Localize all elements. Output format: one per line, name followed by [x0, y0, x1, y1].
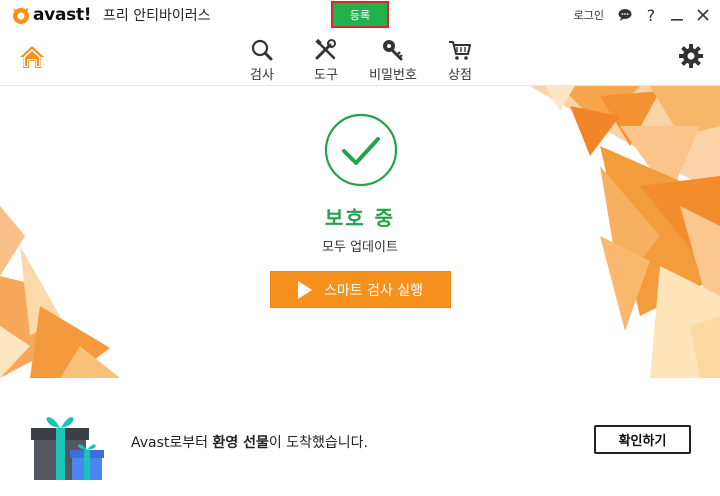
login-link[interactable]: 로그인	[574, 7, 604, 23]
avast-logo-icon	[13, 7, 29, 24]
product-name: 프리 안티바이러스	[103, 8, 211, 24]
home-icon[interactable]	[18, 44, 46, 70]
protection-status-title: 보호 중	[324, 206, 396, 230]
protected-check-icon	[324, 113, 398, 187]
gift-message-bold: 환영 선물	[212, 435, 269, 451]
nav-label-passwords: 비밀번호	[369, 68, 417, 83]
question-icon[interactable]: ?	[640, 4, 662, 26]
nav-label-tools: 도구	[314, 68, 338, 83]
help-chat-icon[interactable]	[614, 4, 636, 26]
update-status: 모두 업데이트	[322, 240, 398, 255]
avast-logo: avast!	[10, 4, 92, 26]
gift-message-prefix: Avast로부터	[131, 435, 213, 451]
smart-scan-label: 스마트 검사 실행	[323, 282, 424, 299]
title-bar: avast! 프리 안티바이러스 등록 로그인 ?	[0, 0, 720, 30]
gift-banner: Avast로부터 환영 선물이 도착했습니다. 확인하기	[0, 378, 720, 496]
nav-label-scan: 검사	[250, 68, 274, 83]
gift-message-suffix: 이 도착했습니다.	[268, 435, 368, 451]
nav-item-passwords[interactable]: 비밀번호	[363, 38, 423, 83]
gift-message: Avast로부터 환영 선물이 도착했습니다.	[131, 432, 368, 452]
minimize-icon[interactable]	[666, 4, 688, 26]
play-icon	[297, 280, 312, 299]
register-label: 등록	[349, 8, 371, 22]
register-button[interactable]: 등록	[331, 1, 389, 28]
cart-icon	[449, 41, 471, 60]
nav-item-scan[interactable]: 검사	[232, 38, 292, 83]
search-icon	[251, 39, 273, 61]
logo-text: avast!	[33, 5, 92, 25]
nav-label-store: 상점	[448, 68, 472, 83]
nav-item-store[interactable]: 상점	[430, 38, 490, 83]
main-nav: 검사 도구 비밀번호 상점	[0, 30, 720, 86]
confirm-gift-button[interactable]: 확인하기	[594, 425, 691, 454]
gear-icon[interactable]	[678, 43, 704, 69]
nav-item-tools[interactable]: 도구	[296, 38, 356, 83]
close-icon[interactable]	[692, 4, 714, 26]
gift-icon	[31, 417, 104, 480]
window-controls: 로그인 ?	[574, 0, 720, 30]
tools-icon	[315, 38, 336, 60]
status-panel: 보호 중 모두 업데이트 스마트 검사 실행	[0, 86, 720, 378]
smart-scan-button[interactable]: 스마트 검사 실행	[270, 271, 451, 308]
key-icon	[383, 40, 403, 61]
